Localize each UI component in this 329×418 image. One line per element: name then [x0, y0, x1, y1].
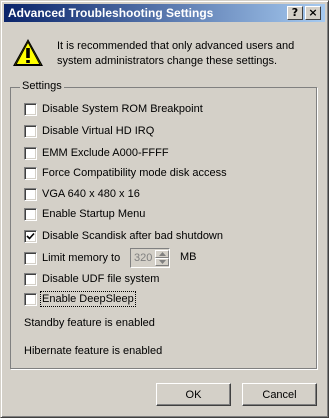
checkbox[interactable]: [24, 251, 37, 265]
title-bar[interactable]: Advanced Troubleshooting Settings ? ×: [4, 4, 325, 22]
option-label: Enable Startup Menu: [42, 208, 146, 220]
warning-icon: [13, 39, 43, 66]
option-label: Force Compatibility mode disk access: [42, 167, 227, 179]
cancel-button[interactable]: Cancel: [242, 383, 317, 406]
checkbox[interactable]: [24, 272, 37, 286]
checkbox[interactable]: [24, 166, 37, 180]
ok-button[interactable]: OK: [156, 383, 231, 406]
option-enable-startup-menu[interactable]: Enable Startup Menu: [24, 207, 145, 221]
checkbox[interactable]: [24, 124, 37, 138]
standby-status: Standby feature is enabled: [24, 317, 155, 329]
option-label: Disable UDF file system: [42, 273, 160, 285]
option-label: VGA 640 x 480 x 16: [42, 188, 140, 200]
option-label: Enable DeepSleep: [40, 291, 136, 307]
option-disable-rom-breakpoint[interactable]: Disable System ROM Breakpoint: [24, 102, 203, 116]
spin-up-button[interactable]: [155, 250, 169, 258]
option-force-compatibility[interactable]: Force Compatibility mode disk access: [24, 166, 227, 180]
option-disable-scandisk[interactable]: Disable Scandisk after bad shutdown: [24, 229, 223, 243]
warning-message: It is recommended that only advanced use…: [57, 40, 295, 67]
hibernate-status: Hibernate feature is enabled: [24, 345, 163, 357]
option-emm-exclude[interactable]: EMM Exclude A000-FFFF: [24, 146, 169, 160]
option-label: EMM Exclude A000-FFFF: [42, 147, 169, 159]
checkbox[interactable]: [24, 102, 37, 116]
window-title: Advanced Troubleshooting Settings: [8, 6, 214, 20]
option-enable-deepsleep[interactable]: Enable DeepSleep: [24, 291, 136, 307]
option-disable-udf[interactable]: Disable UDF file system: [24, 272, 159, 286]
help-button[interactable]: ?: [287, 6, 303, 20]
option-label: Disable Virtual HD IRQ: [42, 125, 155, 137]
checkbox[interactable]: [24, 187, 37, 201]
close-button[interactable]: ×: [305, 6, 321, 20]
spin-down-button[interactable]: [155, 258, 169, 266]
option-limit-memory[interactable]: Limit memory to: [24, 251, 120, 265]
checkbox[interactable]: [24, 229, 37, 243]
option-label: Disable System ROM Breakpoint: [42, 103, 203, 115]
memory-limit-input[interactable]: [132, 250, 156, 266]
checkbox[interactable]: [24, 292, 37, 306]
option-label: Disable Scandisk after bad shutdown: [42, 230, 223, 242]
memory-limit-spinner[interactable]: [130, 248, 170, 268]
option-label: Limit memory to: [42, 252, 121, 264]
checkmark-icon: [26, 232, 35, 240]
arrow-down-icon: [159, 260, 166, 264]
settings-legend: Settings: [20, 80, 64, 92]
checkbox[interactable]: [24, 146, 37, 160]
memory-unit-label: MB: [180, 251, 197, 263]
option-vga-640x480[interactable]: VGA 640 x 480 x 16: [24, 187, 140, 201]
arrow-up-icon: [159, 252, 166, 256]
checkbox[interactable]: [24, 207, 37, 221]
option-disable-virtual-hd-irq[interactable]: Disable Virtual HD IRQ: [24, 124, 154, 138]
